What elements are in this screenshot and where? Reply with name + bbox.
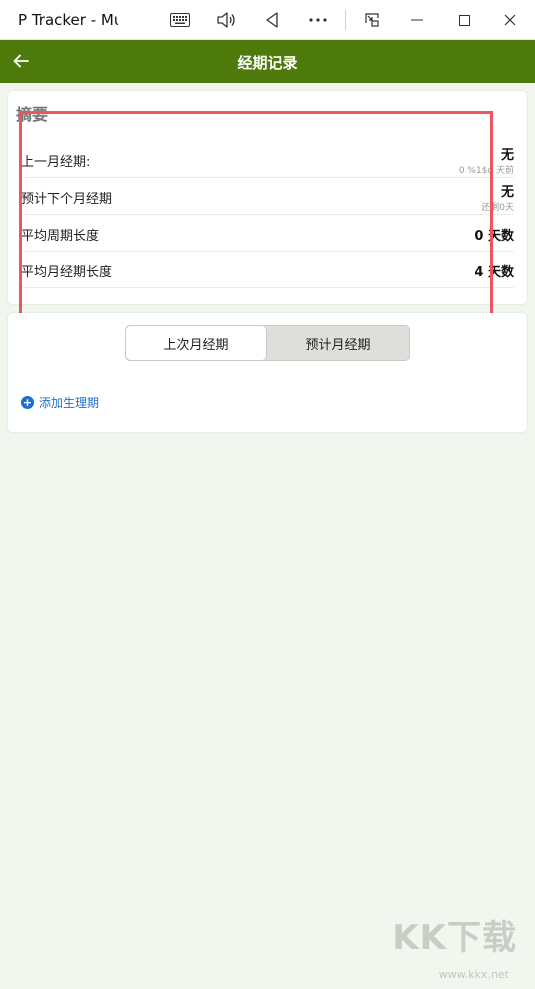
- period-toggle: 上次月经期 预计月经期: [125, 325, 410, 361]
- periods-card: 上次月经期 预计月经期 + 添加生理期: [8, 313, 527, 432]
- page-title: 经期记录: [237, 54, 298, 72]
- back-triangle-icon[interactable]: [252, 0, 292, 40]
- maximize-icon[interactable]: [444, 0, 484, 40]
- highlight-box: [19, 111, 493, 322]
- window-titlebar: P Tracker - Mu: [0, 0, 535, 40]
- row-value: 无: [500, 148, 514, 163]
- watermark-url: www.kkx.net: [438, 968, 509, 981]
- tab-last-period[interactable]: 上次月经期: [126, 326, 267, 360]
- volume-icon[interactable]: [206, 0, 246, 40]
- app-header: 经期记录: [0, 40, 535, 83]
- tab-predicted-period[interactable]: 预计月经期: [267, 326, 409, 360]
- close-icon[interactable]: [490, 0, 530, 40]
- titlebar-divider: [345, 10, 346, 30]
- window-title: P Tracker - Mu: [18, 11, 118, 29]
- more-options-icon[interactable]: [298, 0, 338, 40]
- row-value: 无: [500, 185, 514, 200]
- compact-overlay-icon[interactable]: [352, 0, 392, 40]
- add-period-label: 添加生理期: [39, 396, 100, 410]
- minimize-icon[interactable]: [397, 0, 437, 40]
- plus-circle-icon: +: [21, 396, 34, 409]
- add-period-button[interactable]: + 添加生理期: [21, 394, 99, 411]
- watermark-logo: KK下载: [392, 918, 517, 958]
- keyboard-icon[interactable]: [160, 0, 200, 40]
